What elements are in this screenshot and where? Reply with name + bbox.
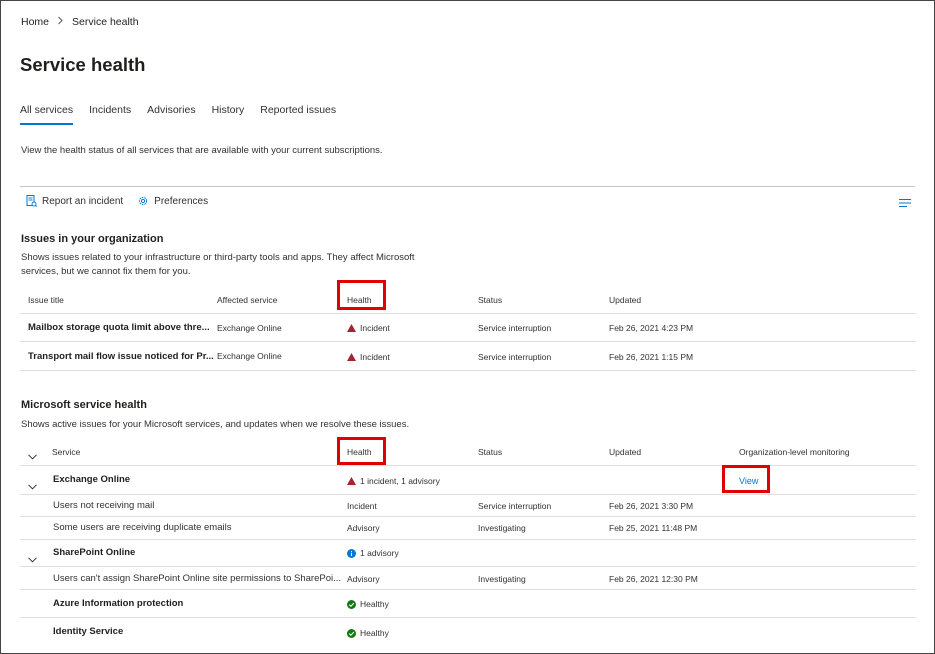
breadcrumb: Home Service health: [21, 16, 139, 28]
row-divider: [20, 313, 916, 314]
col-updated[interactable]: Updated: [609, 295, 641, 305]
tab-incidents[interactable]: Incidents: [89, 104, 131, 125]
warning-triangle-icon: [347, 324, 356, 332]
gear-icon: [137, 195, 149, 207]
health-status: Healthy: [347, 599, 389, 609]
row-divider: [20, 589, 916, 590]
page-description: View the health status of all services t…: [21, 145, 383, 156]
check-circle-icon: [347, 628, 356, 638]
tab-reported-issues[interactable]: Reported issues: [260, 104, 336, 125]
page-title: Service health: [20, 54, 146, 75]
status-text: Service interruption: [478, 501, 552, 511]
warning-triangle-icon: [347, 353, 356, 361]
warning-triangle-icon: [347, 477, 356, 485]
tab-bar: All services Incidents Advisories Histor…: [20, 104, 336, 125]
row-divider: [20, 465, 916, 466]
col-issue-title[interactable]: Issue title: [28, 295, 64, 305]
tab-advisories[interactable]: Advisories: [147, 104, 195, 125]
chevron-right-icon: [57, 16, 64, 28]
issue-title-link[interactable]: Transport mail flow issue noticed for Pr…: [28, 351, 214, 362]
updated-time: Feb 26, 2021 4:23 PM: [609, 323, 694, 333]
tab-history[interactable]: History: [212, 104, 245, 125]
org-issues-description: Shows issues related to your infrastruct…: [21, 252, 415, 277]
health-status: Incident: [347, 352, 390, 362]
affected-service: Exchange Online: [217, 351, 282, 361]
col-status[interactable]: Status: [478, 295, 502, 305]
status-text: Service interruption: [478, 352, 552, 362]
highlight-box-view-link: [722, 465, 770, 493]
health-status: Incident: [347, 323, 390, 333]
col-service[interactable]: Service: [52, 447, 80, 457]
org-issues-title: Issues in your organization: [21, 233, 164, 245]
preferences-button[interactable]: Preferences: [137, 195, 208, 207]
service-name[interactable]: Identity Service: [53, 626, 123, 637]
updated-time: Feb 25, 2021 11:48 PM: [609, 523, 698, 533]
toolbar-divider: [20, 186, 915, 187]
preferences-label: Preferences: [154, 195, 209, 207]
health-label: Healthy: [360, 628, 389, 638]
command-bar: Report an incident Preferences: [26, 195, 208, 207]
issue-title-link[interactable]: Users can't assign SharePoint Online sit…: [53, 573, 341, 584]
chevron-down-icon[interactable]: [28, 447, 37, 465]
health-label: Advisory: [347, 574, 380, 584]
row-divider: [20, 617, 916, 618]
service-name[interactable]: SharePoint Online: [53, 547, 135, 558]
health-label: 1 incident, 1 advisory: [360, 476, 440, 486]
highlight-box-service-health: [337, 437, 386, 465]
affected-service: Exchange Online: [217, 323, 282, 333]
row-divider: [20, 370, 916, 371]
row-divider: [20, 566, 916, 567]
row-divider: [20, 494, 916, 495]
tab-all-services[interactable]: All services: [20, 104, 74, 125]
row-divider: [20, 341, 916, 342]
report-incident-button[interactable]: Report an incident: [26, 195, 123, 207]
report-incident-icon: [26, 195, 37, 207]
health-label: Incident: [347, 501, 377, 511]
updated-time: Feb 26, 2021 3:30 PM: [609, 501, 694, 511]
row-divider: [20, 539, 916, 540]
health-label: Incident: [360, 323, 390, 333]
health-status: Healthy: [347, 628, 389, 638]
col-status[interactable]: Status: [478, 447, 502, 457]
health-status: 1 advisory: [347, 548, 399, 558]
list-view-icon[interactable]: [899, 195, 911, 213]
col-updated[interactable]: Updated: [609, 447, 641, 457]
ms-health-title: Microsoft service health: [21, 399, 147, 411]
status-text: Investigating: [478, 523, 526, 533]
status-text: Investigating: [478, 574, 526, 584]
highlight-box-org-health: [337, 280, 386, 310]
info-circle-icon: [347, 548, 356, 558]
chevron-down-icon[interactable]: [28, 477, 37, 495]
issue-title-link[interactable]: Some users are receiving duplicate email…: [53, 522, 231, 533]
service-name[interactable]: Azure Information protection: [53, 598, 183, 609]
service-name[interactable]: Exchange Online: [53, 474, 130, 485]
check-circle-icon: [347, 599, 356, 609]
breadcrumb-home[interactable]: Home: [21, 16, 49, 28]
health-label: Advisory: [347, 523, 380, 533]
col-org-monitoring[interactable]: Organization-level monitoring: [739, 447, 850, 457]
status-text: Service interruption: [478, 323, 552, 333]
health-status: 1 incident, 1 advisory: [347, 476, 440, 486]
updated-time: Feb 26, 2021 12:30 PM: [609, 574, 698, 584]
issue-title-link[interactable]: Users not receiving mail: [53, 500, 154, 511]
col-affected-service[interactable]: Affected service: [217, 295, 277, 305]
health-label: 1 advisory: [360, 548, 399, 558]
report-incident-label: Report an incident: [42, 195, 124, 207]
health-label: Healthy: [360, 599, 389, 609]
row-divider: [20, 516, 916, 517]
updated-time: Feb 26, 2021 1:15 PM: [609, 352, 694, 362]
health-label: Incident: [360, 352, 390, 362]
breadcrumb-current: Service health: [72, 16, 139, 28]
ms-health-description: Shows active issues for your Microsoft s…: [21, 419, 410, 430]
issue-title-link[interactable]: Mailbox storage quota limit above thre..…: [28, 322, 210, 333]
